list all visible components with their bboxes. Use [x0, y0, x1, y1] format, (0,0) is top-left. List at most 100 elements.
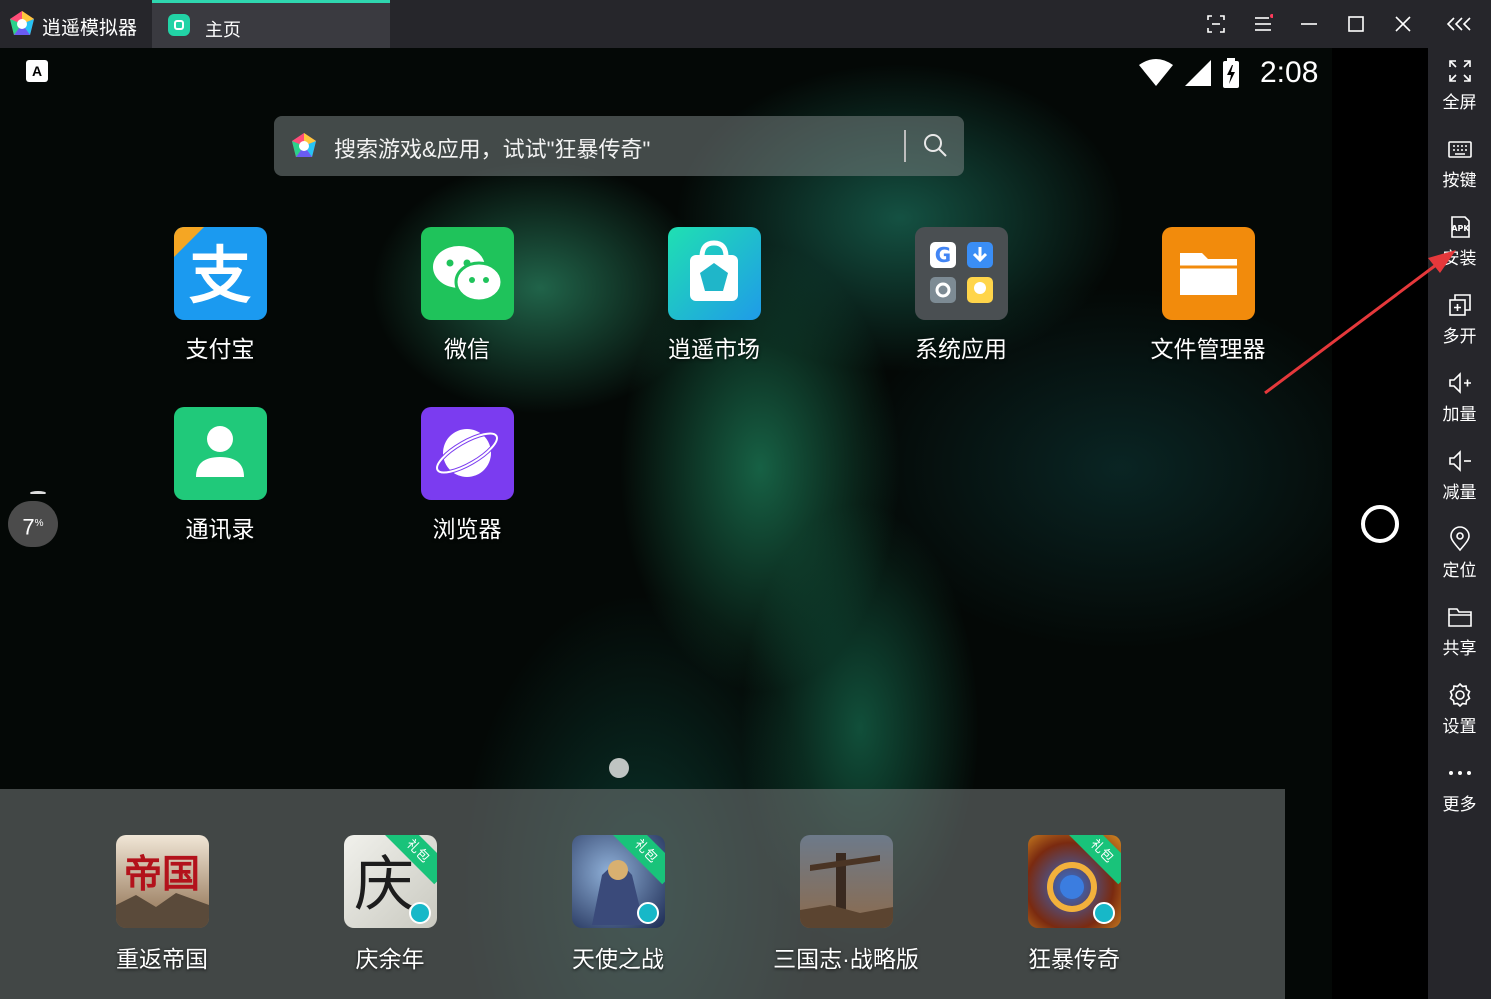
game-sanguozhi-icon	[799, 835, 893, 928]
alipay-icon: 支	[173, 227, 267, 320]
app-alipay[interactable]: 支 支付宝	[130, 227, 310, 364]
sidebar-fullscreen-button[interactable]: 全屏	[1428, 52, 1491, 122]
wifi-icon	[1139, 59, 1173, 86]
sidebar-more-button[interactable]: 更多	[1428, 754, 1491, 824]
svg-text:支: 支	[188, 239, 250, 312]
volume-up-icon	[1448, 372, 1471, 394]
screenshot-icon	[1207, 15, 1225, 33]
apk-install-icon: APK	[1450, 216, 1470, 238]
dock-app-label: 重返帝国	[116, 946, 208, 972]
close-button[interactable]	[1383, 4, 1423, 44]
gift-logo-icon	[408, 902, 431, 924]
svg-text:G: G	[934, 243, 950, 267]
dock-app-label: 庆余年	[355, 946, 425, 972]
sidebar-volume-up-button[interactable]: 加量	[1428, 364, 1491, 434]
app-label: 文件管理器	[1150, 336, 1266, 362]
sidebar-label: 安装	[1442, 249, 1477, 268]
sidebar-settings-button[interactable]: 设置	[1428, 676, 1491, 746]
game-tianshi-zhizhan-icon: 礼包	[571, 835, 665, 928]
maximize-icon	[1348, 16, 1364, 32]
browser-icon	[420, 407, 514, 500]
collapse-sidebar-button[interactable]	[1428, 4, 1491, 44]
memu-logo-icon	[10, 11, 34, 35]
wechat-icon	[420, 227, 514, 320]
location-icon	[1449, 526, 1470, 552]
sidebar-volume-down-button[interactable]: 减量	[1428, 442, 1491, 512]
minimize-icon	[1301, 23, 1317, 25]
multi-instance-icon	[1448, 294, 1471, 316]
game-chongfan-diguo-icon-text: 帝国	[123, 851, 199, 896]
app-market[interactable]: 逍遥市场	[624, 227, 804, 364]
battery-charging-icon	[1223, 58, 1239, 88]
sidebar-label: 减量	[1442, 483, 1477, 502]
app-browser[interactable]: 浏览器	[377, 407, 557, 544]
sidebar-multi-instance-button[interactable]: 多开	[1428, 286, 1491, 356]
keyboard-icon	[1447, 141, 1472, 158]
dock-app-tianshi-zhizhan[interactable]: 礼包 天使之战	[528, 835, 708, 974]
gift-logo-icon	[636, 902, 659, 924]
page-indicator	[609, 758, 629, 778]
fullscreen-icon	[1448, 60, 1471, 82]
home-button[interactable]	[1361, 505, 1399, 543]
sidebar-label: 按键	[1442, 171, 1477, 190]
sidebar-label: 定位	[1442, 561, 1477, 580]
search-divider	[904, 130, 906, 162]
market-icon	[667, 227, 761, 320]
volume-down-icon	[1448, 450, 1471, 472]
sidebar-label: 共享	[1442, 639, 1477, 658]
menu-button[interactable]	[1243, 4, 1283, 44]
sidebar-shared-folder-button[interactable]: 共享	[1428, 598, 1491, 668]
dock-app-label: 狂暴传奇	[1028, 946, 1120, 972]
search-bar[interactable]: 搜索游戏&应用，试试"狂暴传奇"	[274, 116, 964, 176]
dock-app-label: 三国志·战略版	[773, 946, 919, 972]
dock-app-chongfan-diguo[interactable]: 帝国 重返帝国	[72, 835, 252, 974]
sidebar-apk-install-button[interactable]: APK 安装	[1428, 208, 1491, 278]
sidebar-label: 更多	[1442, 795, 1477, 814]
sidebar-label: 多开	[1442, 327, 1477, 346]
more-icon	[1448, 771, 1471, 775]
memu-search-logo-icon	[292, 133, 316, 157]
maximize-button[interactable]	[1336, 4, 1376, 44]
file-manager-icon	[1161, 227, 1255, 320]
android-screen[interactable]: A 2:08 搜索游戏&应用，试试"狂暴传奇" 支 支付宝 微信 逍遥市场 G …	[0, 48, 1428, 999]
gift-logo-icon	[1092, 902, 1115, 924]
sidebar-keymap-button[interactable]: 按键	[1428, 130, 1491, 200]
settings-icon	[1449, 682, 1470, 708]
app-label: 通讯录	[185, 516, 255, 542]
app-title: 逍遥模拟器	[42, 18, 138, 39]
app-label: 系统应用	[915, 336, 1007, 362]
sidebar-location-button[interactable]: 定位	[1428, 520, 1491, 590]
app-system-folder[interactable]: G 系统应用	[871, 227, 1051, 364]
status-bar-right: 2:08	[1138, 56, 1318, 90]
app-label: 逍遥市场	[668, 336, 760, 362]
dock: 帝国 重返帝国 庆 礼包 庆余年 礼包 天使之战 三国志·战略版 礼包 狂暴传奇	[0, 789, 1285, 999]
app-contacts[interactable]: 通讯录	[130, 407, 310, 544]
app-wechat[interactable]: 微信	[377, 227, 557, 364]
sidebar-label: 加量	[1442, 405, 1477, 424]
game-chongfan-diguo-icon: 帝国	[115, 835, 209, 928]
dock-app-label: 天使之战	[572, 946, 664, 972]
tab-home-label: 主页	[205, 20, 241, 40]
tab-home[interactable]: 主页	[152, 0, 390, 48]
dock-app-qingyunian[interactable]: 庆 礼包 庆余年	[300, 835, 480, 974]
cell-signal-icon	[1185, 60, 1211, 86]
shared-folder-icon	[1447, 608, 1472, 627]
app-file-manager[interactable]: 文件管理器	[1118, 227, 1298, 364]
chevrons-left-icon	[1446, 17, 1471, 31]
contacts-icon	[173, 407, 267, 500]
screenshot-button[interactable]	[1196, 4, 1236, 44]
system-apps-folder-icon: G	[914, 227, 1008, 320]
search-icon[interactable]	[922, 132, 948, 158]
game-kuangbao-chuanqi-icon: 礼包	[1027, 835, 1121, 928]
floating-ball[interactable]: 7%	[8, 501, 58, 547]
dock-app-sanguozhi[interactable]: 三国志·战略版	[756, 835, 936, 974]
floating-ball-unit: %	[34, 518, 44, 529]
game-qingyunian-icon: 庆 礼包	[343, 835, 437, 928]
title-bar: 逍遥模拟器 主页	[0, 0, 1428, 48]
menu-icon	[1255, 14, 1273, 31]
floating-ball-value: 7	[22, 514, 35, 540]
minimize-button[interactable]	[1289, 4, 1329, 44]
app-label: 支付宝	[185, 336, 255, 362]
dock-app-kuangbao-chuanqi[interactable]: 礼包 狂暴传奇	[984, 835, 1164, 974]
game-qingyunian-icon-text: 庆	[354, 850, 414, 920]
